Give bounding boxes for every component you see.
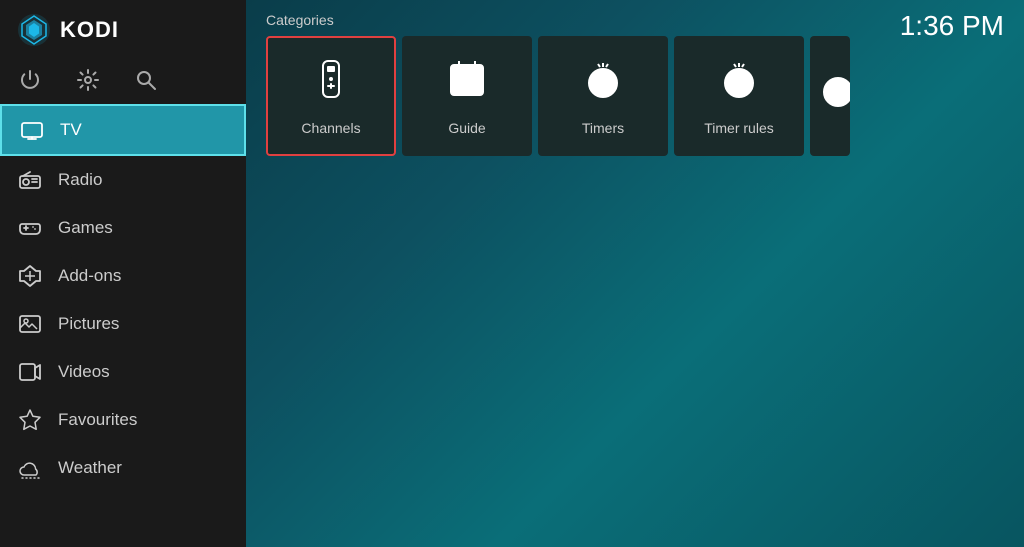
kodi-logo: [16, 12, 52, 48]
timerrules-icon: [717, 57, 761, 110]
power-button[interactable]: [16, 66, 44, 94]
sidebar-item-pictures[interactable]: Pictures: [0, 300, 246, 348]
category-timerrules[interactable]: Timer rules: [674, 36, 804, 156]
sidebar-item-favourites-label: Favourites: [58, 410, 137, 430]
radio-icon: [16, 166, 44, 194]
search-button[interactable]: [132, 66, 160, 94]
sidebar-item-games[interactable]: Games: [0, 204, 246, 252]
guide-icon: [445, 57, 489, 110]
sidebar-header: KODI: [0, 0, 246, 60]
weather-icon: [16, 454, 44, 482]
timers-icon: [581, 57, 625, 110]
favourites-icon: [16, 406, 44, 434]
settings2-icon: [816, 70, 850, 123]
app-title: KODI: [60, 17, 119, 43]
sidebar-item-addons-label: Add-ons: [58, 266, 121, 286]
timerrules-label: Timer rules: [704, 120, 774, 136]
sidebar-item-favourites[interactable]: Favourites: [0, 396, 246, 444]
games-icon: [16, 214, 44, 242]
addons-icon: [16, 262, 44, 290]
sidebar-item-weather[interactable]: Weather: [0, 444, 246, 492]
sidebar-item-radio[interactable]: Radio: [0, 156, 246, 204]
pictures-icon: [16, 310, 44, 338]
videos-icon: [16, 358, 44, 386]
channels-icon: [309, 57, 353, 110]
category-guide[interactable]: Guide: [402, 36, 532, 156]
category-channels[interactable]: Channels: [266, 36, 396, 156]
tv-icon: [18, 116, 46, 144]
time-display: 1:36 PM: [900, 10, 1004, 42]
sidebar-item-radio-label: Radio: [58, 170, 102, 190]
nav-items: TV Radio Games: [0, 104, 246, 547]
sidebar-item-videos-label: Videos: [58, 362, 110, 382]
sidebar-item-pictures-label: Pictures: [58, 314, 119, 334]
sidebar-item-weather-label: Weather: [58, 458, 122, 478]
main-content: 1:36 PM Categories Channels: [246, 0, 1024, 547]
sidebar-item-addons[interactable]: Add-ons: [0, 252, 246, 300]
category-timers[interactable]: Timers: [538, 36, 668, 156]
categories-grid: Channels Guide: [246, 36, 1024, 156]
timers-label: Timers: [582, 120, 624, 136]
channels-label: Channels: [301, 120, 360, 136]
sidebar-item-videos[interactable]: Videos: [0, 348, 246, 396]
settings-button[interactable]: [74, 66, 102, 94]
sidebar-item-tv[interactable]: TV: [0, 104, 246, 156]
sidebar-item-games-label: Games: [58, 218, 113, 238]
category-settings[interactable]: [810, 36, 850, 156]
sidebar-item-tv-label: TV: [60, 120, 82, 140]
sidebar: KODI: [0, 0, 246, 547]
sidebar-actions: [0, 60, 246, 104]
guide-label: Guide: [448, 120, 485, 136]
